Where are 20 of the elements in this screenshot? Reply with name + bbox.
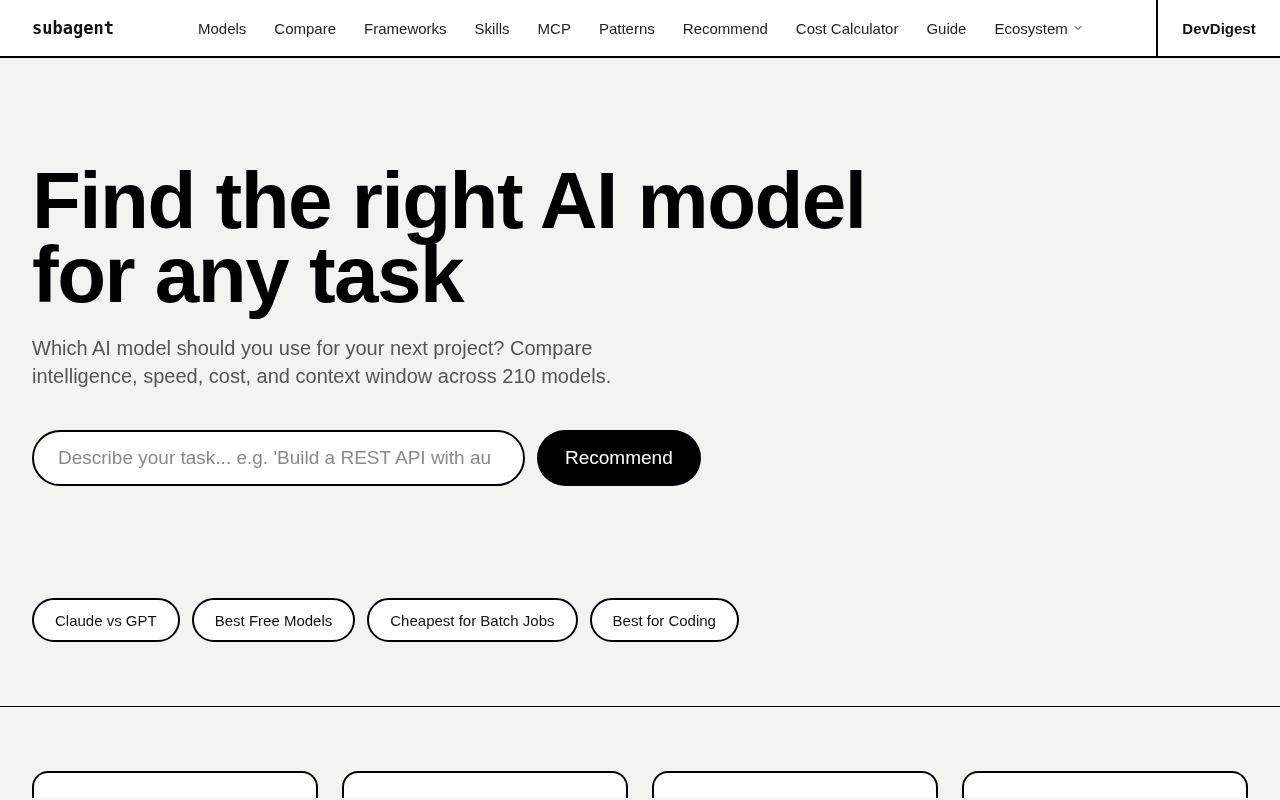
nav-link[interactable]: Patterns bbox=[598, 19, 655, 37]
nav-link[interactable]: Frameworks bbox=[364, 19, 447, 37]
nav-dropdown[interactable]: Ecosystem bbox=[994, 19, 1084, 37]
site-logo[interactable]: subagent bbox=[0, 0, 198, 56]
nav-link[interactable]: Guide bbox=[926, 19, 967, 37]
hero-subtitle: Which AI model should you use for your next project? Compare intelligence, speed, cost, and context window across 210 models. bbox=[32, 336, 613, 389]
nav-link[interactable]: Models bbox=[198, 19, 247, 37]
suggestion-chip[interactable]: Claude vs GPT bbox=[32, 598, 180, 642]
suggestion-chip[interactable]: Best Free Models bbox=[191, 598, 356, 642]
side-link[interactable]: DevDigest bbox=[1156, 0, 1280, 56]
recommend-button[interactable]: Recommend bbox=[537, 430, 701, 486]
nav-link[interactable]: Skills bbox=[474, 19, 510, 37]
suggestion-chip[interactable]: Cheapest for Batch Jobs bbox=[367, 598, 578, 642]
nav-link[interactable]: Cost Calculator bbox=[795, 19, 899, 37]
task-input-field[interactable]: Describe your task... e.g. 'Build a REST API with au bbox=[32, 430, 525, 486]
hero-title: Find the right AI model for any task bbox=[32, 164, 867, 321]
nav-link[interactable]: Compare bbox=[274, 19, 337, 37]
nav-link[interactable]: MCP bbox=[537, 19, 571, 37]
nav-link[interactable]: Recommend bbox=[682, 19, 768, 37]
suggestion-chip[interactable]: Best for Coding bbox=[589, 598, 739, 642]
